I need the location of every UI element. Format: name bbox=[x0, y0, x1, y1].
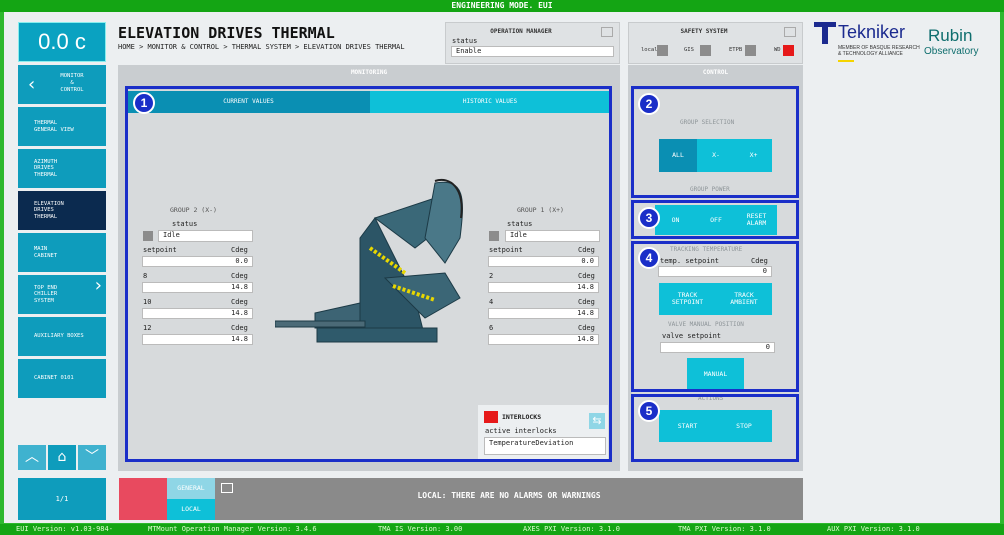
control-title: CONTROL bbox=[702, 69, 729, 76]
nav-item-main-cabinet[interactable]: MAIN CABINET bbox=[18, 233, 106, 272]
footer-version-text: EUI Version: v1.03-984- bbox=[16, 525, 113, 533]
rubin-logo: Rubin Observatory bbox=[924, 24, 994, 64]
annotation-badge-4: 4 bbox=[638, 247, 660, 269]
alarm-tab-local[interactable]: LOCAL bbox=[167, 499, 215, 520]
alarm-message-bar: LOCAL: THERE ARE NO ALARMS OR WARNINGS bbox=[215, 478, 803, 520]
temperature-display: 0.0 c bbox=[18, 22, 106, 62]
safety-indicator-light bbox=[657, 45, 668, 56]
home-button[interactable]: ⌂ bbox=[48, 445, 76, 470]
safety-indicator-label: GIS bbox=[684, 47, 694, 53]
footer-version-text: TMA PXI Version: 3.1.0 bbox=[678, 525, 771, 533]
om-status-field: Enable bbox=[451, 46, 614, 57]
tekniker-wordmark: Tekniker bbox=[838, 22, 906, 42]
annotation-badge-3: 3 bbox=[638, 207, 660, 229]
tab-label: LOCAL bbox=[181, 505, 201, 513]
rubin-wordmark: Rubin bbox=[928, 26, 973, 45]
nav-item-label: TOP END CHILLER SYSTEM bbox=[34, 284, 58, 304]
temperature-value: 0.0 c bbox=[38, 29, 86, 54]
chevron-right-icon: › bbox=[94, 275, 102, 296]
page-counter-text: 1/1 bbox=[55, 495, 69, 503]
mode-title: ENGINEERING MODE. EUI bbox=[451, 1, 553, 10]
nav-item-elevation-drives-thermal[interactable]: ELEVATION DRIVES THERMAL bbox=[18, 191, 106, 230]
chevron-up-icon: ︿ bbox=[25, 449, 39, 465]
nav-item-top-end-chiller-system[interactable]: TOP END CHILLER SYSTEM › bbox=[18, 275, 106, 314]
footer-version-text: AUX PXI Version: 3.1.0 bbox=[827, 525, 920, 533]
nav-item-label: CABINET 0101 bbox=[34, 375, 74, 382]
nav-item-label: THERMAL GENERAL VIEW bbox=[34, 120, 74, 133]
monitoring-title: MONITORING bbox=[350, 69, 388, 76]
cursor-icon[interactable] bbox=[601, 27, 613, 37]
safety-system-title: SAFETY SYSTEM bbox=[680, 28, 728, 35]
tekniker-subtitle: MEMBER OF BASQUE RESEARCH & TECHNOLOGY A… bbox=[838, 45, 920, 57]
tekniker-logo: Tekniker MEMBER OF BASQUE RESEARCH & TEC… bbox=[814, 20, 920, 66]
version-footer: EUI Version: v1.03-984- MTMount Operation… bbox=[0, 524, 1004, 535]
chevron-left-icon: ‹ bbox=[28, 74, 36, 95]
tab-label: GENERAL bbox=[177, 484, 205, 492]
footer-version-text: AXES PXI Version: 3.1.0 bbox=[523, 525, 620, 533]
operation-manager-title: OPERATION MANAGER bbox=[490, 28, 552, 35]
safety-indicator-light bbox=[745, 45, 756, 56]
page-counter: 1/1 bbox=[18, 478, 106, 520]
observatory-wordmark: Observatory bbox=[924, 46, 979, 57]
nav-item-label: MAIN CABINET bbox=[34, 246, 58, 259]
safety-indicator-label: WD bbox=[774, 47, 781, 53]
alarm-tab-general[interactable]: GENERAL bbox=[167, 478, 215, 499]
annotation-badge-1: 1 bbox=[133, 92, 155, 114]
nav-item-label: AUXILIARY BOXES bbox=[34, 333, 84, 340]
safety-system-panel: SAFETY SYSTEM local GIS ETPB WD bbox=[628, 22, 803, 64]
safety-indicator-label: ETPB bbox=[729, 47, 743, 53]
footer-version-text: MTMount Operation Manager Version: 3.4.6 bbox=[148, 525, 317, 533]
annotation-badge-5: 5 bbox=[638, 400, 660, 422]
operation-manager-panel: OPERATION MANAGER status Enable bbox=[445, 22, 620, 64]
scroll-down-button[interactable]: ﹀ bbox=[78, 445, 106, 470]
alarm-indicator[interactable] bbox=[119, 478, 167, 520]
nav-item-cabinet-0101[interactable]: CABINET 0101 bbox=[18, 359, 106, 398]
safety-indicator-light bbox=[783, 45, 794, 56]
cursor-icon[interactable] bbox=[784, 27, 796, 37]
chevron-down-icon: ﹀ bbox=[85, 449, 99, 465]
nav-item-thermal-general-view[interactable]: THERMAL GENERAL VIEW bbox=[18, 107, 106, 146]
safety-indicator-light bbox=[700, 45, 711, 56]
safety-indicator-label: local bbox=[641, 47, 658, 53]
mode-banner: ENGINEERING MODE. EUI bbox=[0, 0, 1004, 12]
nav-item-auxiliary-boxes[interactable]: AUXILIARY BOXES bbox=[18, 317, 106, 356]
footer-version-text: TMA IS Version: 3.00 bbox=[378, 525, 463, 533]
nav-item-label: ELEVATION DRIVES THERMAL bbox=[34, 200, 64, 220]
annotation-badge-2: 2 bbox=[638, 93, 660, 115]
page-title: ELEVATION DRIVES THERMAL bbox=[118, 24, 335, 42]
nav-item-azimuth-drives-thermal[interactable]: AZIMUTH DRIVES THERMAL bbox=[18, 149, 106, 188]
alarm-message: LOCAL: THERE ARE NO ALARMS OR WARNINGS bbox=[417, 491, 601, 500]
om-status-label: status bbox=[452, 37, 478, 45]
breadcrumb: HOME > MONITOR & CONTROL > THERMAL SYSTE… bbox=[118, 43, 405, 51]
tekniker-mark-stem bbox=[822, 22, 828, 44]
home-icon: ⌂ bbox=[57, 449, 67, 465]
monitor-control-button[interactable]: ‹ MONITOR & CONTROL bbox=[18, 65, 106, 104]
nav-item-label: AZIMUTH DRIVES THERMAL bbox=[34, 158, 58, 178]
monitor-control-label: MONITOR & CONTROL bbox=[60, 73, 84, 93]
annotation-box-monitoring bbox=[125, 86, 612, 462]
tekniker-underline bbox=[838, 60, 854, 62]
scroll-up-button[interactable]: ︿ bbox=[18, 445, 46, 470]
